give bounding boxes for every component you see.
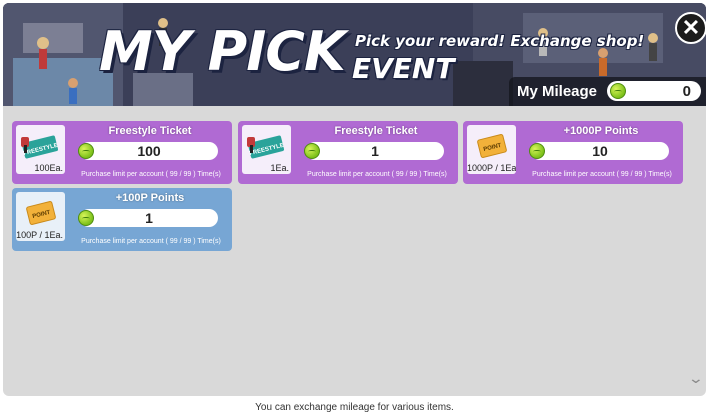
scroll-down-icon[interactable]: ⌄ (688, 370, 704, 387)
item-price: 1 (145, 210, 153, 226)
close-button[interactable]: ✕ (675, 12, 706, 44)
my-mileage-value: 0 (682, 83, 691, 100)
item-quantity: 1000P / 1Ea. (467, 163, 516, 173)
item-quantity: 100P / 1Ea. (16, 230, 63, 240)
purchase-limit-text: Purchase limit per account ( 99 / 99 ) T… (532, 171, 672, 178)
my-mileage-label: My Mileage (517, 83, 598, 100)
banner-title-event: EVENT (352, 52, 455, 85)
my-mileage-panel: My Mileage 0 (509, 77, 706, 106)
item-quantity: 1Ea. (270, 163, 289, 173)
item-price: 1 (371, 143, 379, 159)
close-icon: ✕ (681, 15, 701, 40)
item-thumbnail: POINT 100P / 1Ea. (16, 192, 65, 241)
item-thumbnail: FREESTYLE 100Ea. (16, 125, 65, 174)
item-quantity: 100Ea. (34, 163, 63, 173)
purchase-limit-text: Purchase limit per account ( 99 / 99 ) T… (307, 171, 447, 178)
exchange-shop-window: MY PICK Pick your reward! Exchange shop!… (3, 3, 706, 396)
purchase-limit-text: Purchase limit per account ( 99 / 99 ) T… (81, 171, 221, 178)
item-price: 100 (137, 143, 161, 159)
shop-item-card[interactable]: FREESTYLE 1Ea. Freestyle Ticket 1 Purcha… (238, 121, 458, 184)
item-name: Freestyle Ticket (108, 125, 192, 137)
purchase-limit-text: Purchase limit per account ( 99 / 99 ) T… (81, 238, 221, 245)
item-price: 10 (592, 143, 608, 159)
item-price-field: 1 (78, 209, 218, 227)
event-banner: MY PICK Pick your reward! Exchange shop!… (3, 3, 706, 106)
item-price-field: 1 (304, 142, 444, 160)
item-price-field: 100 (78, 142, 218, 160)
shop-item-card[interactable]: FREESTYLE 100Ea. Freestyle Ticket 100 Pu… (12, 121, 232, 184)
mileage-coin-icon (610, 83, 626, 99)
item-name: +100P Points (115, 192, 185, 204)
banner-subtitle: Pick your reward! Exchange shop! (355, 32, 645, 50)
shop-item-card[interactable]: POINT 1000P / 1Ea. +1000P Points 10 Purc… (463, 121, 683, 184)
item-name: +1000P Points (563, 125, 639, 137)
item-thumbnail: FREESTYLE 1Ea. (242, 125, 291, 174)
item-name: Freestyle Ticket (334, 125, 418, 137)
item-thumbnail: POINT 1000P / 1Ea. (467, 125, 516, 174)
banner-title: MY PICK (99, 20, 346, 83)
footer-note: You can exchange mileage for various ite… (255, 402, 454, 413)
item-price-field: 10 (529, 142, 669, 160)
my-mileage-field: 0 (607, 81, 701, 101)
shop-item-card[interactable]: POINT 100P / 1Ea. +100P Points 1 Purchas… (12, 188, 232, 251)
